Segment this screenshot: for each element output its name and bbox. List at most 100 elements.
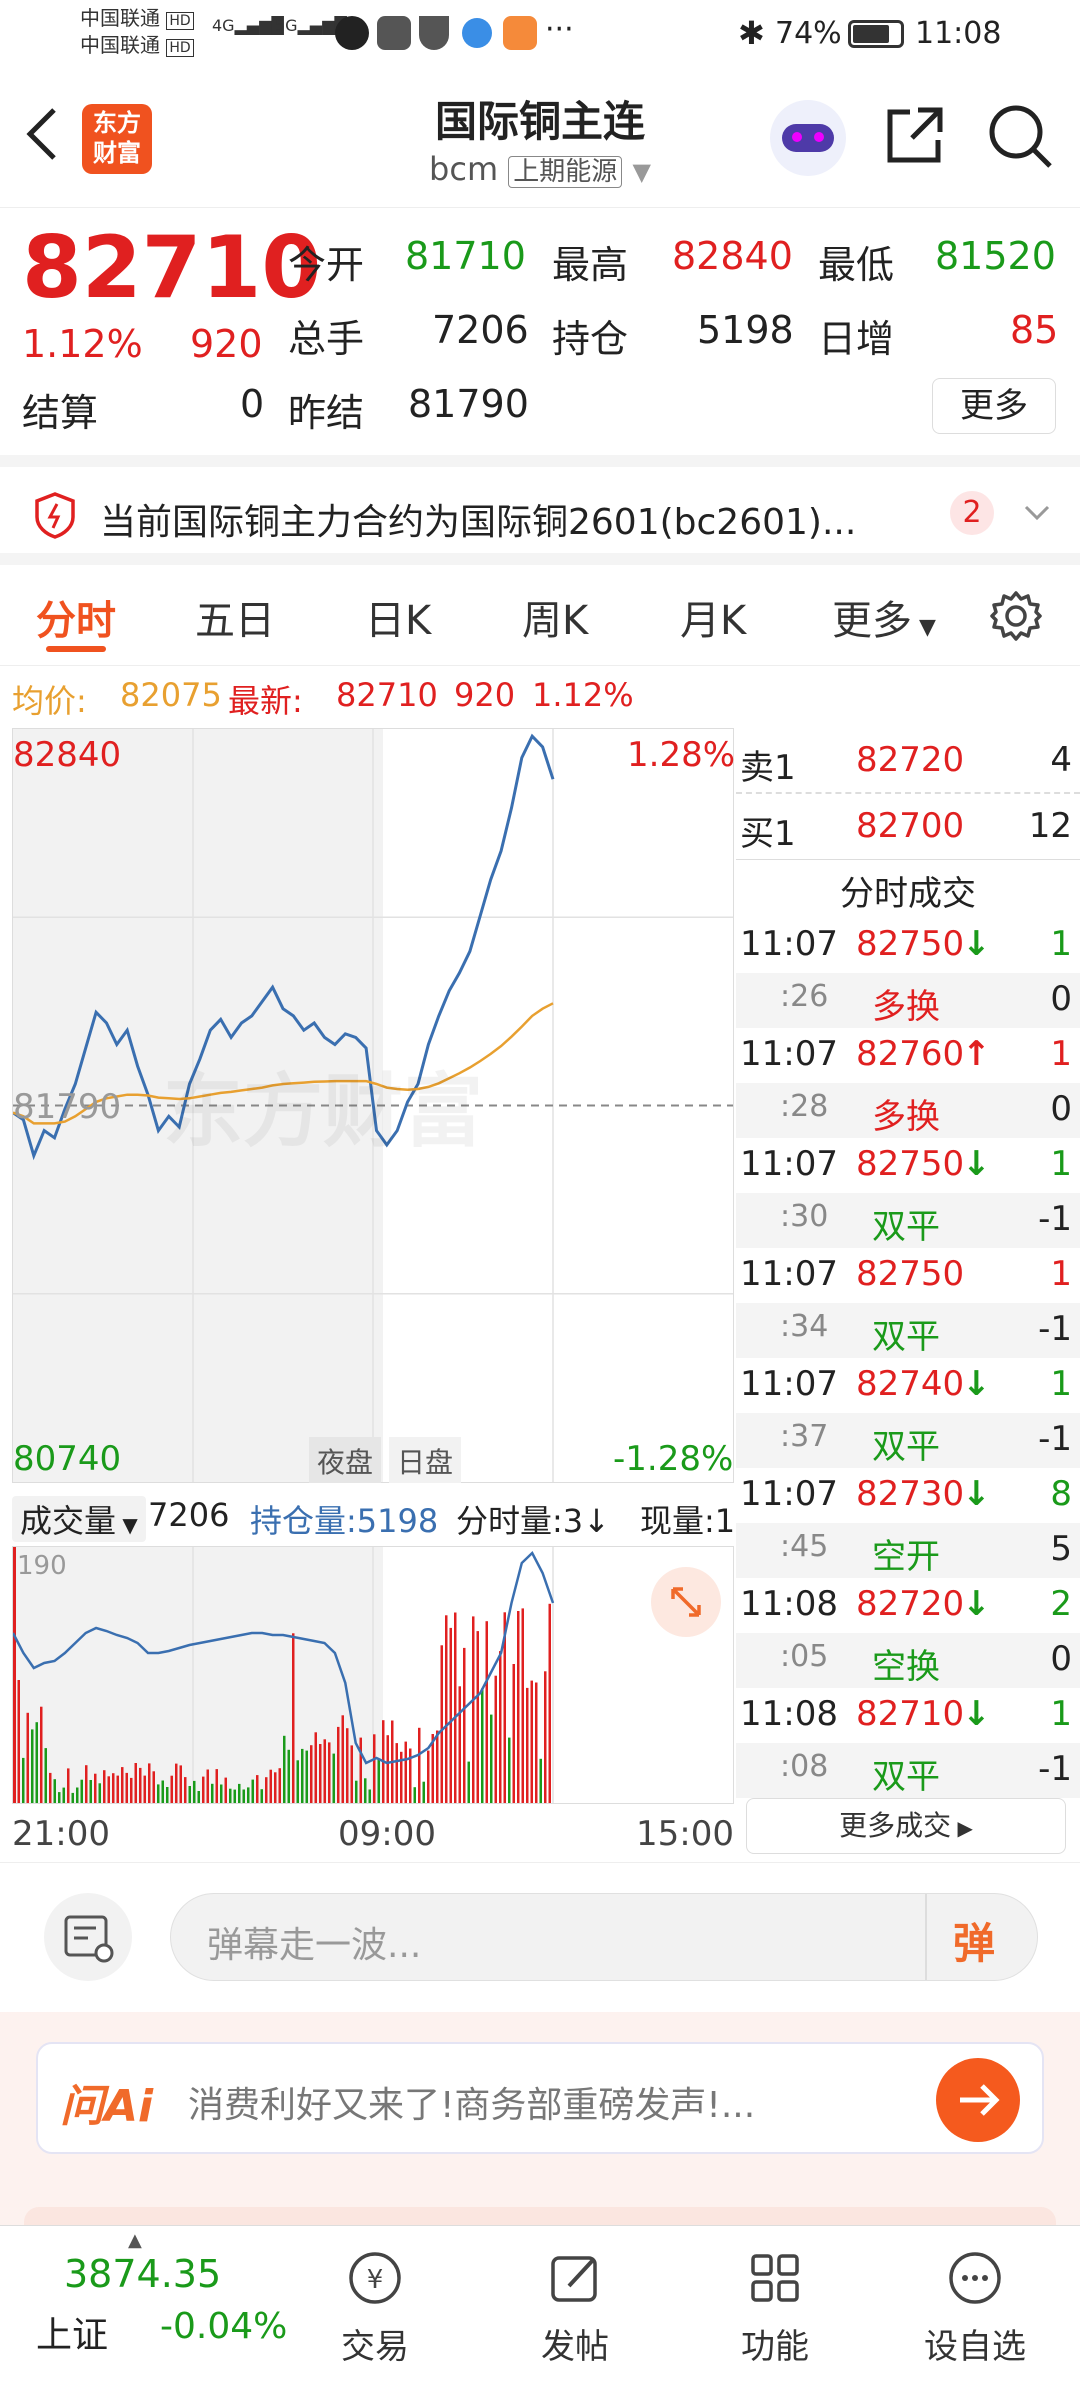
- tab-five-day[interactable]: 五日: [195, 588, 275, 646]
- volume-bar: [184, 1777, 187, 1803]
- volume-bar: [485, 1621, 488, 1803]
- volume-bar: [170, 1775, 173, 1803]
- trade-seconds: :28: [780, 1089, 829, 1124]
- trade-qty: 1: [1050, 1694, 1072, 1734]
- chart-bottom-price: 80740: [13, 1439, 122, 1479]
- trade-row: 11:07 82750 1: [736, 1248, 1080, 1303]
- bid-label: 买1: [740, 814, 796, 854]
- search-icon[interactable]: [986, 102, 1054, 174]
- volume-bar: [440, 1645, 443, 1803]
- volume-bar: [278, 1768, 281, 1803]
- index-name[interactable]: 上证: [36, 2306, 108, 2358]
- shield-status-icon: [419, 16, 449, 50]
- index-value[interactable]: 3874.35: [64, 2252, 221, 2296]
- chat-settings-icon[interactable]: [44, 1893, 132, 1981]
- tab-intraday[interactable]: 分时: [36, 588, 116, 646]
- volume-bar: [449, 1627, 452, 1803]
- contract-code: bcm: [429, 150, 499, 188]
- volume-bar: [499, 1651, 502, 1803]
- ai-send-button[interactable]: [936, 2058, 1020, 2142]
- danmaku-input[interactable]: 弹幕走一波... 弹: [170, 1893, 1038, 1981]
- volume-bar: [206, 1769, 209, 1803]
- time-tick-start: 21:00: [12, 1814, 110, 1854]
- volume-bar: [427, 1750, 430, 1803]
- status-time: 11:08: [915, 16, 1002, 51]
- volume-bar: [62, 1787, 65, 1803]
- bid-row: 买1 82700 12: [736, 794, 1080, 860]
- trade-row: 11:07 82750 ↓ 1: [736, 918, 1080, 973]
- volume-bar: [517, 1611, 520, 1803]
- volume-bar: [58, 1792, 61, 1803]
- current-volume: 现量:1: [640, 1502, 734, 1540]
- nav-functions[interactable]: 功能: [700, 2226, 850, 2368]
- danmaku-toggle-button[interactable]: 弹: [953, 1910, 995, 1971]
- volume-bar: [341, 1715, 344, 1803]
- volume-bar: [134, 1763, 137, 1803]
- tab-weekly-k[interactable]: 周K: [522, 588, 588, 646]
- chevron-down-icon[interactable]: [1022, 497, 1052, 531]
- volume-bar: [116, 1775, 119, 1803]
- settle-label: 结算: [22, 391, 99, 435]
- tab-daily-k[interactable]: 日K: [365, 588, 431, 646]
- nav-trade[interactable]: ¥ 交易: [300, 2226, 450, 2368]
- share-icon[interactable]: [882, 104, 946, 172]
- trade-seconds: :30: [780, 1199, 829, 1234]
- volume-bar: [355, 1780, 358, 1803]
- trade-qty: 2: [1050, 1584, 1072, 1624]
- volume-bar: [269, 1769, 272, 1803]
- volume-bar: [481, 1688, 484, 1803]
- app-icon-1: [335, 16, 369, 50]
- volume-bar: [332, 1753, 335, 1803]
- nav-post[interactable]: 发帖: [500, 2226, 650, 2368]
- volume-bar: [220, 1784, 223, 1803]
- volume-bar: [202, 1776, 205, 1803]
- more-button[interactable]: 更多: [932, 378, 1056, 434]
- trade-oi-delta: 0: [1050, 979, 1072, 1019]
- nav-trade-label: 交易: [341, 2327, 409, 2367]
- volume-bar: [404, 1741, 407, 1803]
- volume-dropdown[interactable]: 成交量 ▼: [12, 1496, 146, 1542]
- volume-bar: [467, 1761, 470, 1803]
- app-logo: 东方 财富: [82, 104, 152, 174]
- volume-bar: [359, 1737, 362, 1803]
- ai-prompt-box[interactable]: 问Ai 消费利好又来了!商务部重磅发声!...: [36, 2042, 1044, 2154]
- edit-icon: [551, 2256, 597, 2302]
- trade-time: 11:07: [740, 1144, 838, 1184]
- index-expand-icon[interactable]: ▲: [128, 2230, 142, 2251]
- volume-bar: [260, 1789, 263, 1803]
- intraday-chart[interactable]: 东方财富 82840 1.28% 81790 80740 -1.28% 夜盘 日…: [12, 728, 735, 1483]
- volume-bar: [53, 1779, 56, 1803]
- nav-add-watchlist-label: 设自选: [924, 2327, 1026, 2367]
- avg-value: 82075: [120, 676, 222, 714]
- assistant-avatar[interactable]: [770, 100, 846, 176]
- time-axis: 21:00 09:00 15:00: [0, 1806, 734, 1862]
- notice-bar[interactable]: 当前国际铜主力合约为国际铜2601(bc2601)... 2: [0, 455, 1080, 565]
- page-title: 国际铜主连: [434, 97, 645, 146]
- contract-subtitle[interactable]: bcm 上期能源 ▼: [340, 150, 740, 188]
- volume-bar: [175, 1763, 178, 1803]
- volume-bar: [211, 1783, 214, 1803]
- nav-add-watchlist[interactable]: 设自选: [900, 2226, 1050, 2368]
- quote-panel: 82710 1.12% 920 今开 81710 最高 82840 最低 815…: [0, 210, 1080, 455]
- trade-icon: ¥: [349, 2252, 401, 2304]
- volume-bar: [98, 1783, 101, 1803]
- expand-icon[interactable]: [651, 1567, 721, 1637]
- volume-bar: [418, 1727, 421, 1803]
- index-change[interactable]: -0.04%: [160, 2306, 287, 2347]
- tab-monthly-k[interactable]: 月K: [680, 588, 746, 646]
- volume-bar: [472, 1616, 475, 1803]
- trade-oi-delta: 5: [1050, 1529, 1072, 1569]
- open-interest-readout: 持仓量:5198: [250, 1502, 439, 1540]
- open-value: 81710: [405, 234, 526, 278]
- more-trades-button[interactable]: 更多成交 ▶: [746, 1798, 1066, 1854]
- tab-more[interactable]: 更多 ▼: [832, 588, 936, 646]
- gear-icon[interactable]: [990, 590, 1042, 646]
- trade-seconds: :45: [780, 1529, 829, 1564]
- ask-price: 82720: [856, 740, 965, 780]
- avg-price-line: 均价: 82075 最新: 82710 920 1.12%: [0, 668, 1080, 726]
- back-icon[interactable]: [22, 104, 62, 164]
- volume-header: 成交量 ▼ 7206 持仓量:5198 分时量:3↓ 现量:1: [12, 1484, 734, 1544]
- volume-bar: [314, 1732, 317, 1803]
- volume-bar: [166, 1787, 169, 1803]
- volume-chart[interactable]: 190: [12, 1546, 734, 1804]
